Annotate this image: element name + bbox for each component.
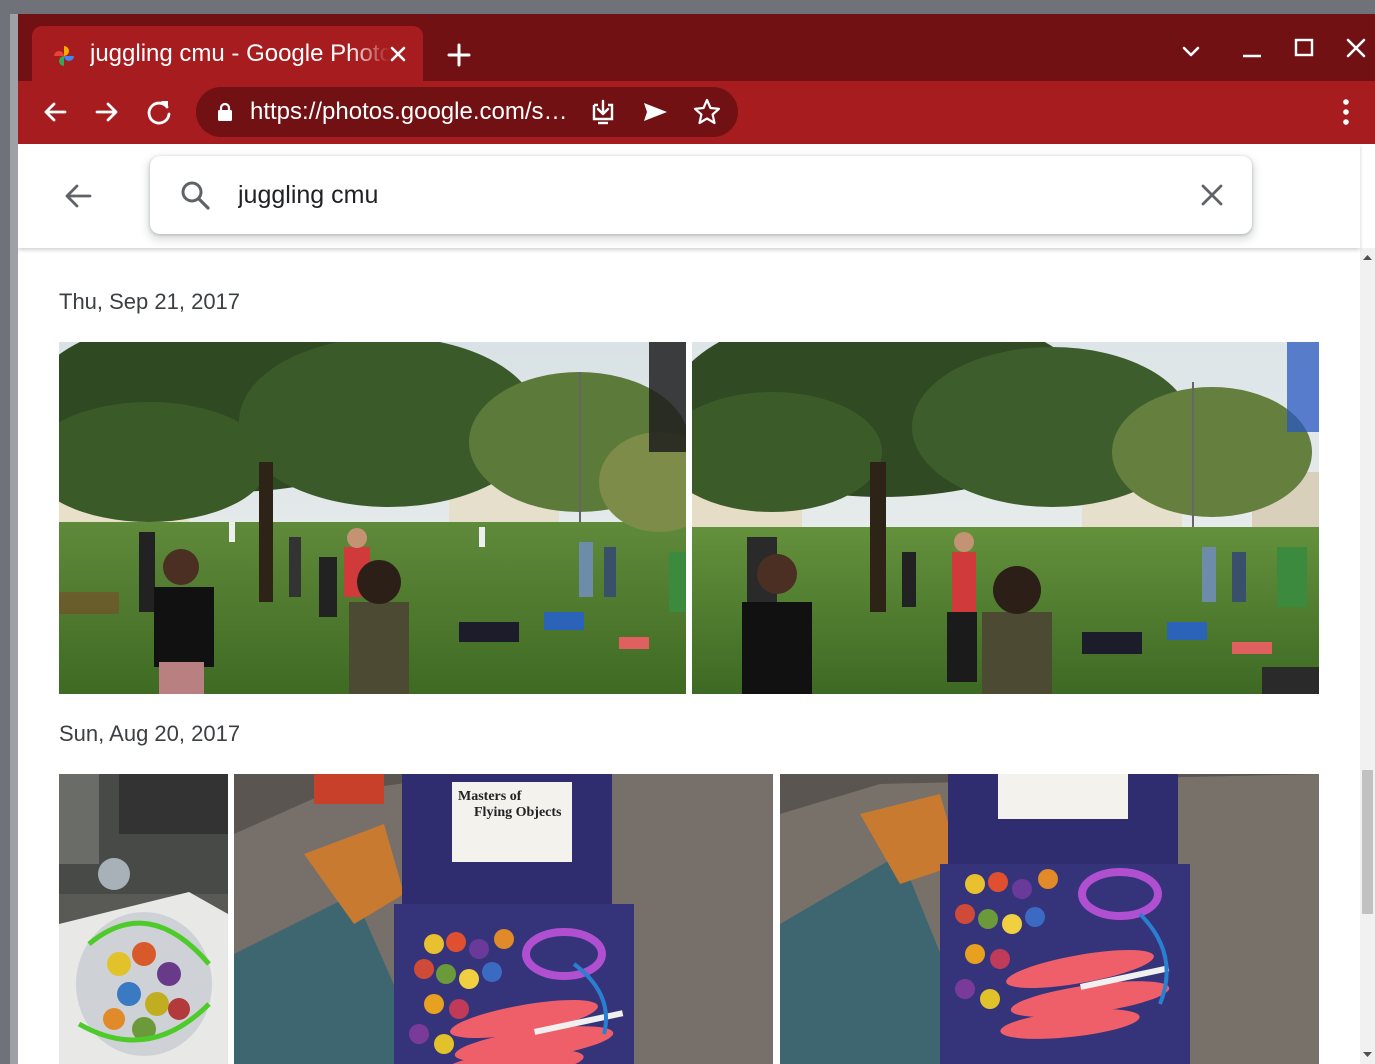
park-juggling-photo [59,342,686,694]
tab-strip: juggling cmu - Google Photos [18,14,1375,81]
close-icon [1346,38,1366,58]
install-icon [592,99,614,125]
search-back-button[interactable] [56,174,100,218]
minimize-button[interactable] [1232,32,1272,68]
scroll-down-arrow-icon[interactable] [1360,1044,1375,1064]
search-app-bar [18,144,1360,248]
photo-thumbnail[interactable] [780,774,1319,1064]
clear-search-button[interactable] [1195,178,1229,212]
photos-pinwheel-icon [54,46,74,66]
address-bar[interactable]: https://photos.google.com/search/jugglin… [196,87,738,137]
search-box [150,156,1252,234]
close-window-button[interactable] [1336,32,1375,68]
tab-title: juggling cmu - Google Photos [90,40,390,67]
juggling-props-case-photo: Masters of Flying Objects [234,774,773,1064]
section-date: Sun, Aug 20, 2017 [59,721,241,746]
reload-icon [147,101,171,125]
minimize-icon [1243,54,1261,58]
search-input[interactable] [238,174,1138,216]
scrollbar-thumb[interactable] [1362,770,1373,914]
window-edge [10,14,18,1064]
send-icon [644,103,667,121]
close-tab-button[interactable] [383,39,413,69]
reload-button[interactable] [138,91,180,133]
maximize-button[interactable] [1284,32,1324,68]
clear-icon [1201,184,1223,206]
url-text[interactable]: https://photos.google.com/search/jugglin… [250,97,575,127]
send-to-devices-button[interactable] [638,95,672,129]
forward-arrow-icon [95,102,118,122]
photo-thumbnail[interactable] [59,774,228,1064]
star-icon [693,98,721,125]
back-button[interactable] [34,91,76,133]
section-date: Thu, Sep 21, 2017 [59,289,241,314]
browser-tab[interactable]: juggling cmu - Google Photos [32,26,423,81]
chevron-down-icon [1182,46,1200,57]
maximize-icon [1294,38,1314,57]
forward-button[interactable] [86,91,128,133]
browser-window: juggling cmu - Google Photos https://pho… [18,14,1375,1064]
close-icon [390,46,406,62]
photo-thumbnail[interactable] [692,342,1319,694]
bookmark-button[interactable] [690,95,724,129]
back-arrow-icon [44,102,67,122]
photo-thumbnail[interactable] [59,342,686,694]
scroll-up-arrow-icon[interactable] [1360,248,1375,268]
browser-toolbar: https://photos.google.com/search/jugglin… [18,81,1375,144]
photo-thumbnail[interactable]: Masters of Flying Objects [234,774,773,1064]
case-sign-line1: Masters of [458,789,522,804]
browser-menu-button[interactable] [1328,91,1364,133]
juggling-props-case-photo [780,774,1319,1064]
juggling-ball-bag-photo [59,774,228,1064]
search-icon[interactable] [178,178,212,212]
plus-icon [447,43,471,67]
new-tab-button[interactable] [441,37,477,73]
scrollbar[interactable] [1360,248,1375,1064]
more-vert-icon [1343,99,1349,125]
back-arrow-icon [65,184,92,208]
lock-icon [218,102,232,121]
tab-search-button[interactable] [1171,32,1211,68]
install-app-button[interactable] [586,95,620,129]
photos-page: Thu, Sep 21, 2017 [18,144,1375,1064]
case-sign-line2: Flying Objects [474,805,562,820]
park-juggling-photo [692,342,1319,694]
